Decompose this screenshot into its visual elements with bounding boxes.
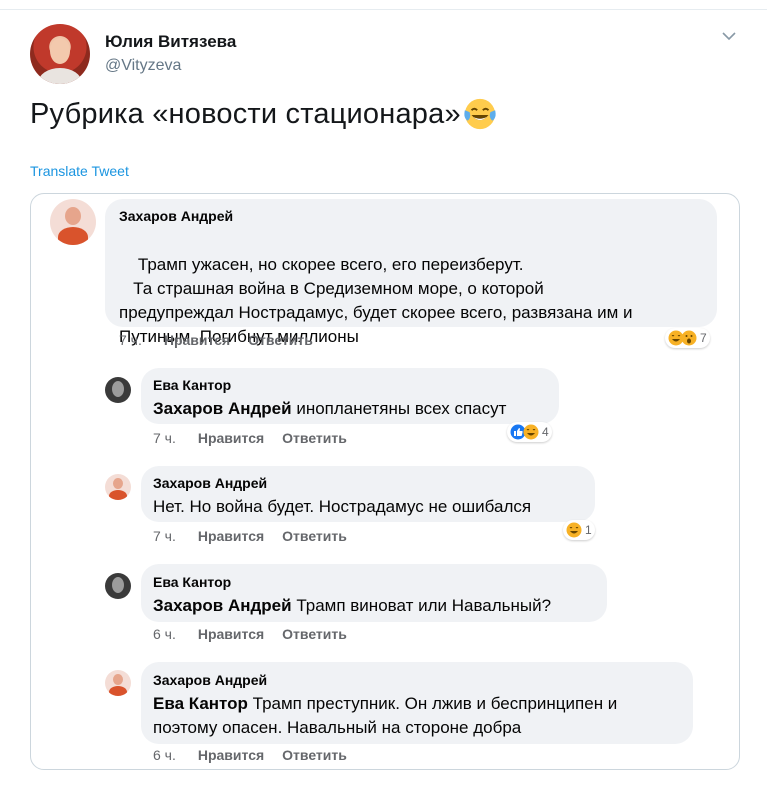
commenter-avatar[interactable] — [105, 573, 131, 599]
commenter-avatar[interactable] — [105, 670, 131, 696]
like-action[interactable]: Нравится — [198, 626, 264, 642]
comment-author[interactable]: Захаров Андрей — [153, 672, 267, 688]
comment-text: Захаров Андрей Трамп виноват или Навальн… — [153, 594, 603, 618]
comment-author[interactable]: Захаров Андрей — [119, 208, 233, 224]
comment-text: Ева Кантор Трамп преступник. Он лжив и б… — [153, 692, 693, 740]
haha-icon — [566, 522, 582, 538]
comment-text: Нет. Но война будет. Нострадамус не ошиб… — [153, 495, 593, 519]
comment-actions: 6 ч. Нравится Ответить — [153, 626, 347, 642]
reaction-summary[interactable]: 1 — [563, 520, 595, 540]
commenter-avatar[interactable] — [105, 474, 131, 500]
like-action[interactable]: Нравится — [198, 528, 264, 544]
comment-time[interactable]: 6 ч. — [153, 626, 176, 642]
comment-author[interactable]: Ева Кантор — [153, 574, 231, 590]
comment-time[interactable]: 7 ч. — [119, 332, 142, 348]
comment-author[interactable]: Захаров Андрей — [153, 475, 267, 491]
reply-action[interactable]: Ответить — [282, 430, 347, 446]
haha-icon — [523, 424, 539, 440]
comment-time[interactable]: 7 ч. — [153, 528, 176, 544]
comment-text: Захаров Андрей инопланетяны всех спасут — [153, 397, 553, 421]
translate-tweet-link[interactable]: Translate Tweet — [30, 163, 129, 179]
comment-actions: 7 ч. Нравится Ответить — [153, 528, 347, 544]
like-action[interactable]: Нравится — [198, 430, 264, 446]
reply-action[interactable]: Ответить — [282, 747, 347, 763]
reaction-count: 1 — [585, 523, 592, 537]
wow-icon — [681, 330, 697, 346]
like-action[interactable]: Нравится — [198, 747, 264, 763]
comment-mention[interactable]: Захаров Андрей — [153, 596, 292, 615]
comment-mention[interactable]: Захаров Андрей — [153, 399, 292, 418]
reply-action[interactable]: Ответить — [282, 626, 347, 642]
author-handle[interactable]: @Vityzeva — [105, 57, 181, 75]
comment-text-body: инопланетяны всех спасут — [291, 399, 507, 418]
comment-text: Трамп ужасен, но скорее всего, его переи… — [119, 229, 709, 373]
reply-action[interactable]: Ответить — [282, 528, 347, 544]
comment-text-body: Нет. Но война будет. Нострадамус не ошиб… — [153, 497, 532, 516]
author-avatar[interactable] — [30, 24, 90, 84]
comment-text-body: Трамп виноват или Навальный? — [291, 596, 552, 615]
like-action[interactable]: Нравится — [164, 332, 230, 348]
reaction-count: 7 — [700, 331, 707, 345]
author-name[interactable]: Юлия Витязева — [105, 32, 236, 52]
reaction-summary[interactable]: 7 — [665, 328, 710, 348]
reaction-count: 4 — [542, 425, 549, 439]
comment-actions: 7 ч. Нравится Ответить — [119, 332, 313, 348]
face-with-tears-of-joy-icon — [464, 98, 496, 130]
reply-action[interactable]: Ответить — [248, 332, 313, 348]
comment-actions: 7 ч. Нравится Ответить — [153, 430, 347, 446]
reaction-summary[interactable]: 4 — [507, 422, 552, 442]
chevron-down-icon[interactable] — [720, 27, 738, 45]
screenshot-card[interactable]: Захаров Андрей Трамп ужасен, но скорее в… — [30, 193, 740, 770]
commenter-avatar[interactable] — [50, 199, 96, 245]
comment-actions: 6 ч. Нравится Ответить — [153, 747, 347, 763]
commenter-avatar[interactable] — [105, 377, 131, 403]
tweet-text: Рубрика «новости стационара» — [30, 97, 497, 131]
comment-time[interactable]: 7 ч. — [153, 430, 176, 446]
top-divider — [0, 9, 767, 10]
comment-author[interactable]: Ева Кантор — [153, 377, 231, 393]
comment-mention[interactable]: Ева Кантор — [153, 694, 248, 713]
tweet-text-body: Рубрика «новости стационара» — [30, 97, 461, 130]
comment-time[interactable]: 6 ч. — [153, 747, 176, 763]
